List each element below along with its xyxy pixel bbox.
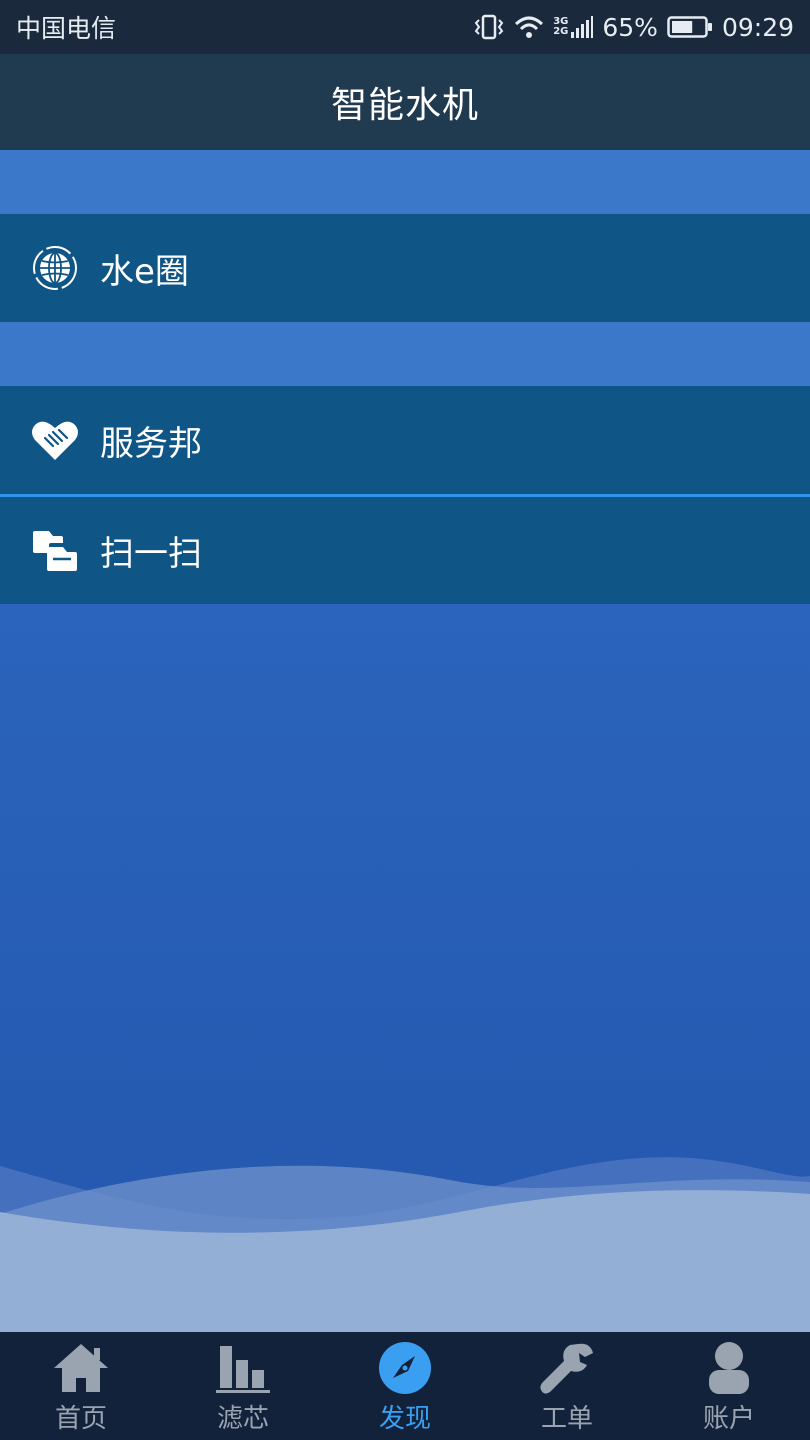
tab-label: 账户 xyxy=(702,1404,755,1434)
wrench-icon xyxy=(536,1340,598,1396)
cellular-signal: 3G 2G xyxy=(553,16,594,38)
section-spacer xyxy=(0,150,810,214)
bottom-tab-bar: 首页 滤芯 发现 工单 账户 xyxy=(0,1332,810,1440)
battery-percent: 65% xyxy=(602,12,658,42)
handshake-heart-icon xyxy=(30,415,80,465)
user-icon xyxy=(698,1340,760,1396)
network-bottom-label: 2G xyxy=(553,26,569,37)
vibrate-icon xyxy=(473,14,505,40)
menu-label: 水e圈 xyxy=(100,251,189,292)
scan-icon xyxy=(30,526,80,576)
signal-bars-icon xyxy=(571,16,594,38)
battery-icon xyxy=(667,15,713,39)
bar-chart-icon xyxy=(212,1340,274,1396)
wave-decoration xyxy=(0,1157,810,1332)
status-bar: 中国电信 3G 2G 65% 09:29 xyxy=(0,0,810,54)
tab-work-order[interactable]: 工单 xyxy=(486,1332,648,1440)
globe-icon xyxy=(30,243,80,293)
home-icon xyxy=(50,1340,112,1396)
carrier-label: 中国电信 xyxy=(16,14,117,43)
tab-account[interactable]: 账户 xyxy=(648,1332,810,1440)
menu-label: 扫一扫 xyxy=(100,534,202,574)
app-header: 智能水机 xyxy=(0,54,810,150)
tab-filter[interactable]: 滤芯 xyxy=(162,1332,324,1440)
page-title: 智能水机 xyxy=(330,85,479,126)
menu-item-fu-wu-bang[interactable]: 服务邦 xyxy=(0,386,810,494)
tab-label: 首页 xyxy=(54,1404,107,1434)
tab-label: 滤芯 xyxy=(216,1404,269,1434)
wifi-icon xyxy=(514,15,544,39)
tab-label: 工单 xyxy=(540,1404,593,1434)
tab-label: 发现 xyxy=(378,1404,431,1434)
menu-item-shui-e-quan[interactable]: 水e圈 xyxy=(0,214,810,322)
section-spacer xyxy=(0,322,810,386)
tab-discover[interactable]: 发现 xyxy=(324,1332,486,1440)
tab-home[interactable]: 首页 xyxy=(0,1332,162,1440)
compass-icon xyxy=(374,1340,436,1396)
menu-label: 服务邦 xyxy=(100,423,202,464)
status-indicators: 3G 2G 65% 09:29 xyxy=(473,13,794,42)
clock: 09:29 xyxy=(721,12,794,42)
menu-item-scan[interactable]: 扫一扫 xyxy=(0,497,810,604)
